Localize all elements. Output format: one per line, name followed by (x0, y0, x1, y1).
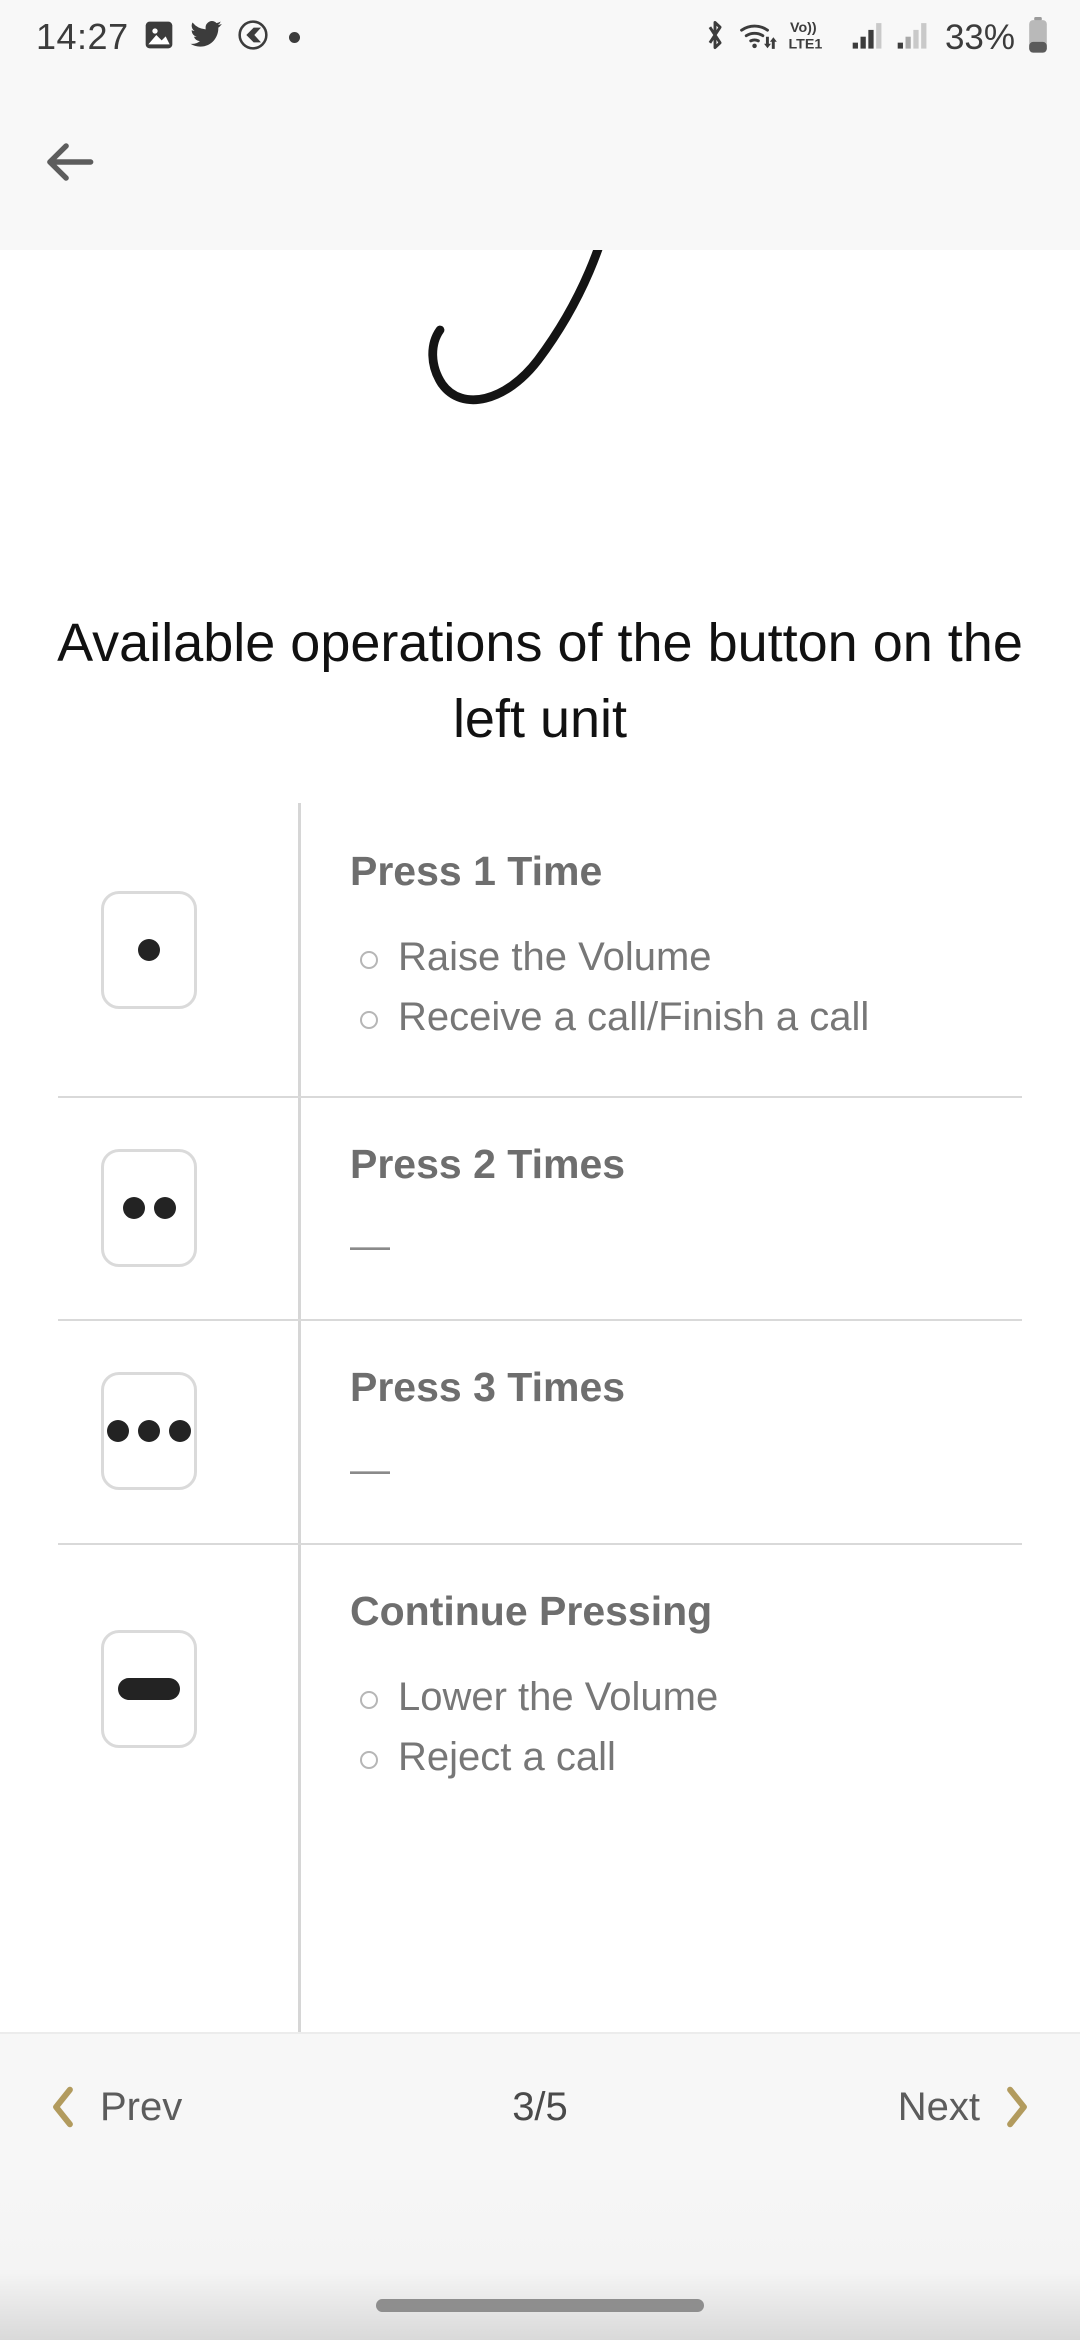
signal-sim2-icon (896, 19, 930, 56)
list-item: Lower the Volume (350, 1670, 1024, 1724)
table-cell-icon (0, 1319, 298, 1542)
next-button[interactable]: Next (898, 2084, 1034, 2130)
back-button[interactable] (10, 102, 130, 222)
status-bar-left: 14:27 (36, 19, 300, 56)
operation-empty-dash: — (350, 1447, 390, 1492)
volte-icon: Vo)) LTE1 (788, 17, 840, 58)
phone-screen: 14:27 Vo)) LTE1 33% Available operations… (0, 0, 1080, 2340)
operation-title: Continue Pressing (350, 1587, 713, 1634)
gesture-home-handle[interactable] (376, 2299, 704, 2312)
chevron-left-icon (53, 2086, 73, 2128)
table-cell-body: Press 1 Time Raise the Volume Receive a … (298, 803, 1080, 1096)
table-cell-icon (0, 1096, 298, 1319)
operation-title: Press 1 Time (350, 848, 603, 894)
wifi-icon (739, 19, 777, 56)
operation-empty-dash: — (350, 1224, 390, 1269)
table-row: Continue Pressing Lower the Volume Rejec… (0, 1542, 1080, 1836)
gallery-icon (143, 19, 175, 56)
status-bar-right: Vo)) LTE1 33% (702, 16, 1050, 59)
battery-icon (1026, 16, 1050, 59)
back-arrow-icon (47, 143, 94, 181)
table-cell-body: Press 3 Times — (298, 1319, 1080, 1542)
operation-title: Press 3 Times (350, 1364, 626, 1411)
dot (153, 1196, 176, 1219)
table-cell-body: Continue Pressing Lower the Volume Rejec… (298, 1543, 1080, 1836)
dot (138, 1419, 160, 1442)
prev-button[interactable]: Prev (46, 2084, 182, 2130)
prev-label: Prev (100, 2084, 183, 2129)
table-row: Press 2 Times — (0, 1096, 1080, 1319)
twitter-icon (189, 19, 223, 56)
list-item: Reject a call (350, 1730, 1024, 1784)
long-press-button-icon (101, 1630, 197, 1749)
operation-title: Press 2 Times (350, 1141, 626, 1188)
table-cell-icon (0, 803, 298, 1096)
table-cell-icon (0, 1543, 298, 1836)
notification-dot-icon (288, 31, 300, 43)
list-item: Receive a call/Finish a call (350, 990, 1024, 1044)
operation-list: Lower the Volume Reject a call (350, 1670, 1024, 1784)
status-bar: 14:27 Vo)) LTE1 33% (0, 0, 1080, 74)
list-item: Raise the Volume (350, 930, 1024, 984)
svg-text:LTE1: LTE1 (788, 36, 822, 52)
battery-percent-label: 33% (944, 17, 1015, 57)
dot (138, 938, 160, 961)
three-dot-button-icon (101, 1371, 197, 1490)
opera-icon (237, 19, 269, 56)
table-row: Press 1 Time Raise the Volume Receive a … (0, 803, 1080, 1096)
page-title: Available operations of the button on th… (57, 613, 1023, 749)
operation-list: Raise the Volume Receive a call/Finish a… (350, 930, 1024, 1044)
dot (169, 1419, 191, 1442)
bar (118, 1678, 180, 1701)
signal-sim1-icon (851, 19, 885, 56)
dot (122, 1196, 145, 1219)
app-toolbar (0, 74, 1080, 250)
status-bar-clock: 14:27 (36, 16, 129, 57)
page-counter: 3/5 (512, 2084, 568, 2129)
table-cell-body: Press 2 Times — (298, 1096, 1080, 1319)
scroll-content[interactable]: Available operations of the button on th… (0, 250, 1080, 2032)
svg-text:Vo)): Vo)) (790, 20, 817, 36)
one-dot-button-icon (101, 890, 197, 1009)
table-row: Press 3 Times — (0, 1319, 1080, 1542)
system-gesture-area (0, 2180, 1080, 2340)
two-dot-button-icon (101, 1148, 197, 1267)
next-label: Next (897, 2084, 980, 2129)
bluetooth-icon (702, 18, 728, 57)
operations-table: Press 1 Time Raise the Volume Receive a … (0, 803, 1080, 2032)
page-navigation-bar: Prev 3/5 Next (0, 2032, 1080, 2180)
chevron-right-icon (1007, 2086, 1027, 2128)
dot (107, 1419, 129, 1442)
ear-illustration (0, 250, 1080, 560)
